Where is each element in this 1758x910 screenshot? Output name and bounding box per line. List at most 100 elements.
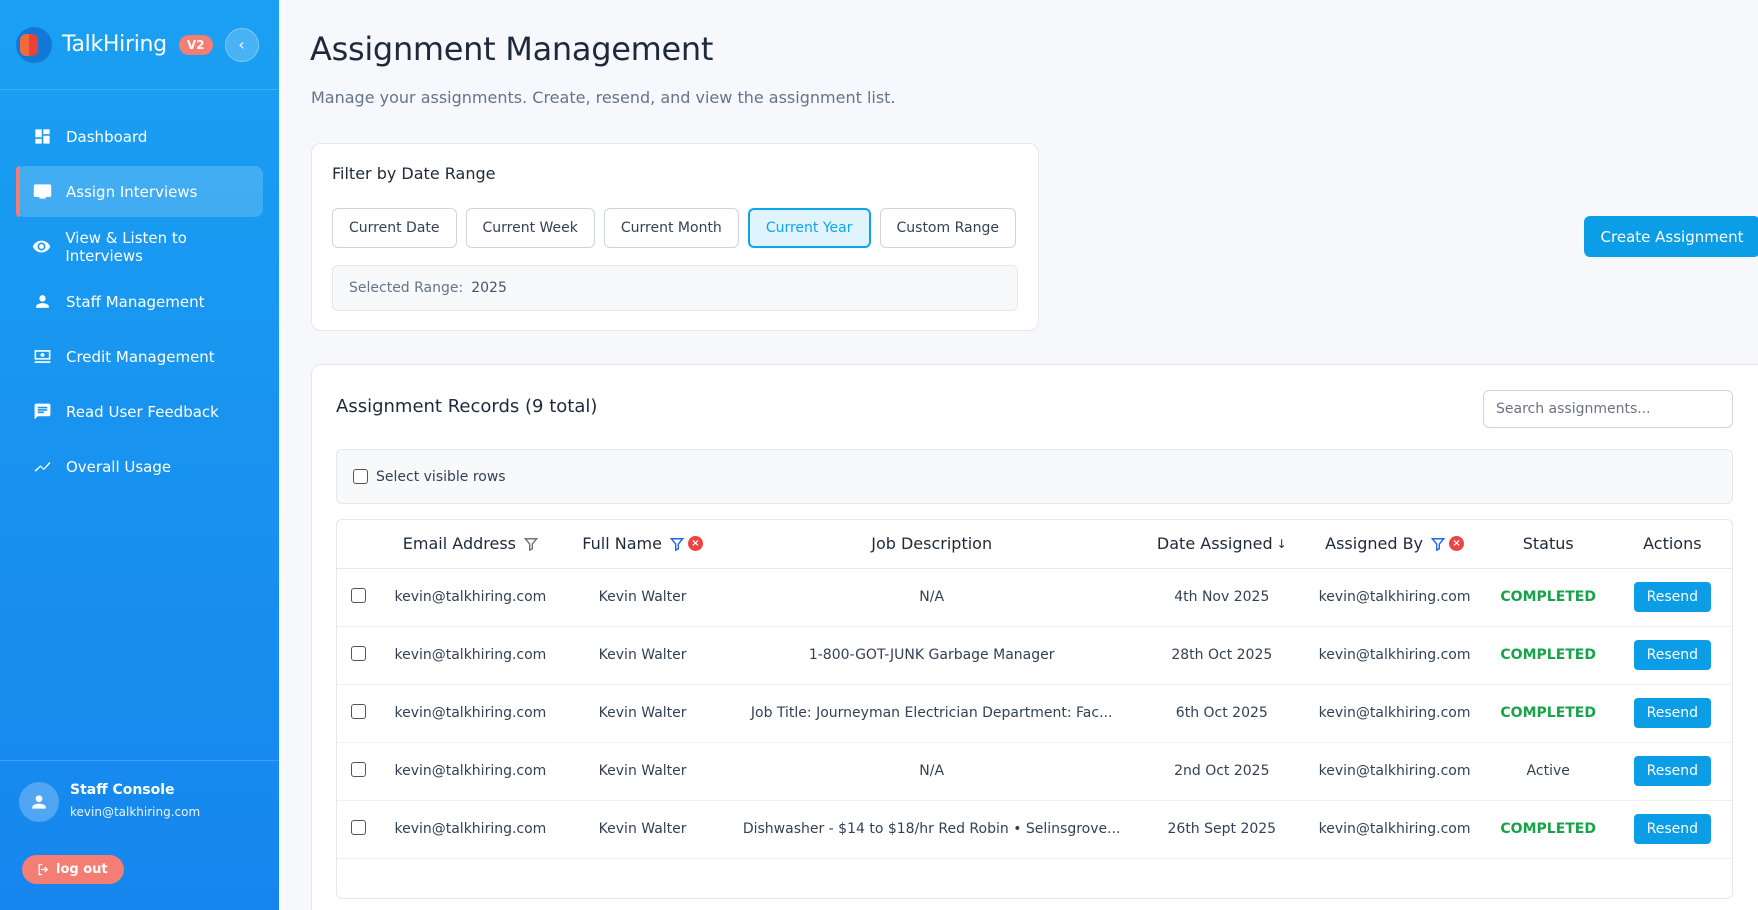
select-visible-checkbox[interactable] (353, 469, 368, 484)
sidebar-item-assign-interviews[interactable]: Assign Interviews (16, 166, 263, 217)
cell-email: kevin@talkhiring.com (394, 763, 547, 779)
current-month-button[interactable]: Current Month (603, 208, 739, 248)
cell-assigned-by: kevin@talkhiring.com (1318, 705, 1471, 721)
table-row: kevin@talkhiring.com Kevin Walter Job Ti… (337, 684, 1732, 742)
cell-assigned-by: kevin@talkhiring.com (1318, 647, 1471, 663)
version-badge: V2 (178, 34, 213, 55)
cell-date: 28th Oct 2025 (1171, 647, 1273, 663)
resend-button[interactable]: Resend (1633, 582, 1711, 612)
sidebar-item-view-listen[interactable]: View & Listen to Interviews (16, 221, 263, 272)
status-badge: COMPLETED (1500, 705, 1596, 721)
resend-button[interactable]: Resend (1633, 814, 1711, 844)
header-date-label: Date Assigned (1156, 534, 1273, 554)
cell-assigned-by: kevin@talkhiring.com (1318, 589, 1471, 605)
resend-button[interactable]: Resend (1633, 698, 1711, 728)
brand-header: TalkHiring V2 ‹ (0, 0, 279, 90)
cell-email: kevin@talkhiring.com (394, 589, 547, 605)
sidebar-item-label: Dashboard (66, 127, 148, 146)
cell-assigned-by: kevin@talkhiring.com (1318, 763, 1471, 779)
sidebar-item-label: Staff Management (66, 292, 205, 311)
assignments-table: Email Address Full Name × Job Descriptio… (336, 519, 1733, 899)
header-assigned-by-label: Assigned By (1325, 534, 1424, 554)
cell-email: kevin@talkhiring.com (394, 705, 547, 721)
sidebar-item-label: Read User Feedback (66, 402, 219, 421)
sidebar: TalkHiring V2 ‹ Dashboard Assign Intervi… (0, 0, 279, 910)
filter-active-icon[interactable] (1431, 537, 1446, 551)
header-assigned-by[interactable]: Assigned By × (1305, 520, 1483, 568)
cell-date: 4th Nov 2025 (1174, 589, 1270, 605)
header-select (337, 520, 381, 568)
selected-range-display: Selected Range: 2025 (332, 265, 1018, 311)
row-checkbox[interactable] (351, 587, 367, 603)
current-date-button[interactable]: Current Date (332, 208, 457, 248)
sidebar-item-label: View & Listen to Interviews (65, 228, 187, 265)
header-actions-label: Actions (1643, 534, 1702, 554)
assign-icon (32, 182, 52, 202)
filter-icon[interactable] (524, 537, 538, 551)
sidebar-item-label: Assign Interviews (66, 182, 198, 201)
user-email: kevin@talkhiring.com (70, 805, 201, 819)
header-status: Status (1484, 520, 1613, 568)
clear-filter-icon[interactable]: × (687, 536, 703, 552)
search-input[interactable] (1483, 390, 1733, 428)
header-job-label: Job Description (871, 534, 993, 554)
row-checkbox[interactable] (351, 645, 367, 661)
cell-date: 2nd Oct 2025 (1174, 763, 1270, 779)
logout-icon (38, 863, 49, 876)
filter-active-icon[interactable] (669, 537, 684, 551)
row-checkbox[interactable] (351, 761, 367, 777)
cell-date: 6th Oct 2025 (1175, 705, 1268, 721)
current-week-button[interactable]: Current Week (465, 208, 595, 248)
resend-button[interactable]: Resend (1633, 640, 1711, 670)
cell-name: Kevin Walter (598, 821, 687, 837)
sidebar-item-read-feedback[interactable]: Read User Feedback (16, 386, 263, 437)
sidebar-item-label: Credit Management (66, 347, 215, 366)
header-name-label: Full Name (582, 534, 662, 554)
logout-button[interactable]: log out (22, 855, 124, 884)
cell-name: Kevin Walter (598, 647, 687, 663)
credit-icon (32, 347, 52, 367)
range-button-group: Current Date Current Week Current Month … (332, 208, 1025, 248)
current-year-button[interactable]: Current Year (747, 208, 871, 248)
resend-button[interactable]: Resend (1633, 756, 1711, 786)
row-checkbox[interactable] (351, 819, 367, 835)
table-row: kevin@talkhiring.com Kevin Walter Dishwa… (337, 800, 1732, 858)
header-actions: Actions (1613, 520, 1732, 568)
filter-title: Filter by Date Range (332, 164, 496, 183)
custom-range-button[interactable]: Custom Range (879, 208, 1016, 248)
sidebar-item-dashboard[interactable]: Dashboard (16, 111, 263, 162)
clear-filter-icon[interactable]: × (1449, 536, 1465, 552)
header-email-label: Email Address (402, 534, 516, 554)
chevron-left-icon[interactable]: ‹ (224, 27, 259, 62)
main-content: Assignment Management Manage your assign… (279, 0, 1758, 910)
person-icon (32, 795, 46, 809)
talkhiring-logo (16, 26, 52, 63)
sidebar-item-staff-management[interactable]: Staff Management (16, 276, 263, 327)
sidebar-item-overall-usage[interactable]: Overall Usage (16, 441, 263, 492)
row-checkbox[interactable] (351, 703, 367, 719)
sort-desc-icon[interactable]: ↓ (1277, 537, 1287, 551)
avatar (19, 782, 59, 822)
header-date-assigned[interactable]: Date Assigned ↓ (1138, 520, 1305, 568)
cell-email: kevin@talkhiring.com (394, 821, 547, 837)
sidebar-item-credit-management[interactable]: Credit Management (16, 331, 263, 382)
header-email[interactable]: Email Address (381, 520, 560, 568)
cell-name: Kevin Walter (598, 589, 687, 605)
create-assignment-button[interactable]: Create Assignment (1584, 216, 1758, 257)
cell-job: Job Title: Journeyman Electrician Depart… (750, 705, 1113, 721)
status-badge: COMPLETED (1500, 647, 1596, 663)
table-row: kevin@talkhiring.com Kevin Walter N/A 4t… (337, 568, 1732, 626)
status-badge: COMPLETED (1500, 821, 1596, 837)
eye-icon (32, 237, 51, 257)
page-title: Assignment Management (310, 30, 714, 68)
header-status-label: Status (1522, 534, 1574, 554)
page-subtitle: Manage your assignments. Create, resend,… (311, 88, 896, 107)
sidebar-nav: Dashboard Assign Interviews View & Liste… (0, 111, 279, 492)
brand-name: TalkHiring (62, 32, 167, 57)
cell-job: 1-800-GOT-JUNK Garbage Manager (808, 647, 1055, 663)
user-block: Staff Console kevin@talkhiring.com log o… (0, 760, 279, 910)
cell-job: Dishwasher - $14 to $18/hr Red Robin • S… (742, 821, 1121, 837)
header-full-name[interactable]: Full Name × (560, 520, 725, 568)
assignment-records-card: Assignment Records (9 total) Select visi… (311, 364, 1758, 910)
table-row: kevin@talkhiring.com Kevin Walter N/A 2n… (337, 742, 1732, 800)
